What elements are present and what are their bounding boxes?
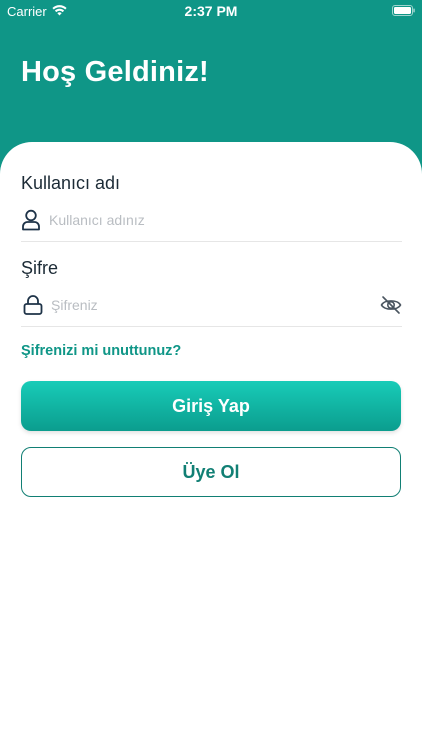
username-label: Kullanıcı adı xyxy=(21,173,121,193)
status-bar: Carrier 2:37 PM xyxy=(0,0,422,22)
register-button[interactable]: Üye Ol xyxy=(21,447,401,497)
username-input[interactable] xyxy=(49,207,369,233)
password-label: Şifre xyxy=(21,258,59,278)
eye-slash-icon[interactable] xyxy=(380,294,402,316)
lock-icon xyxy=(23,295,43,315)
forgot-password-link[interactable]: Şifrenizi mi unuttunuz? xyxy=(21,343,181,359)
password-input[interactable] xyxy=(51,292,371,318)
username-field-row xyxy=(21,201,402,242)
user-icon xyxy=(22,209,40,231)
password-field-row xyxy=(21,286,402,327)
page-title: Hoş Geldiniz! xyxy=(21,56,209,88)
status-time: 2:37 PM xyxy=(184,3,238,19)
login-button[interactable]: Giriş Yap xyxy=(21,381,401,431)
login-screen: Carrier 2:37 PM Hoş Geldiniz! Kullanıcı … xyxy=(0,0,422,750)
battery-icon xyxy=(392,5,415,16)
